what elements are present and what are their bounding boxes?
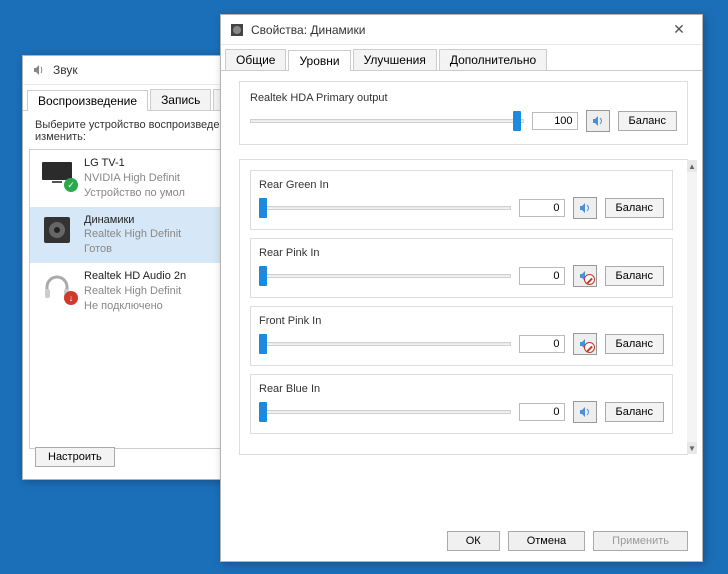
balance-button[interactable]: Баланс xyxy=(605,266,664,286)
primary-value[interactable] xyxy=(532,112,578,130)
channel-label: Rear Pink In xyxy=(259,247,664,259)
channel-slider[interactable] xyxy=(259,199,511,217)
channel-value[interactable] xyxy=(519,267,565,285)
inputs-group: Rear Green In Баланс Rear Pink In Баланс xyxy=(239,159,688,455)
channel-group: Front Pink In Баланс xyxy=(250,306,673,366)
mute-button[interactable] xyxy=(573,265,597,287)
channel-slider[interactable] xyxy=(259,403,511,421)
tab-advanced[interactable]: Дополнительно xyxy=(439,49,547,70)
device-driver: NVIDIA High Definit xyxy=(84,171,185,186)
channel-label: Front Pink In xyxy=(259,315,664,327)
channel-slider[interactable] xyxy=(259,267,511,285)
channel-slider[interactable] xyxy=(259,335,511,353)
headphones-icon: ↓ xyxy=(38,269,76,303)
device-status: Не подключено xyxy=(84,299,186,314)
mute-button[interactable] xyxy=(573,197,597,219)
channel-value[interactable] xyxy=(519,403,565,421)
tab-general[interactable]: Общие xyxy=(225,49,286,70)
tab-playback[interactable]: Воспроизведение xyxy=(27,90,148,111)
scroll-up-icon[interactable]: ▲ xyxy=(687,160,697,172)
primary-output-group: Realtek HDA Primary output Баланс xyxy=(239,81,688,145)
scrollbar[interactable]: ▲ ▼ xyxy=(687,160,697,454)
tab-record[interactable]: Запись xyxy=(150,89,211,110)
close-icon[interactable]: ✕ xyxy=(664,21,694,38)
mute-button[interactable] xyxy=(573,333,597,355)
configure-button[interactable]: Настроить xyxy=(35,447,115,467)
channel-value[interactable] xyxy=(519,199,565,217)
speaker-device-icon xyxy=(38,213,76,247)
channel-group: Rear Blue In Баланс xyxy=(250,374,673,434)
device-name: LG TV-1 xyxy=(84,156,185,171)
apply-button[interactable]: Применить xyxy=(593,531,688,551)
primary-label: Realtek HDA Primary output xyxy=(250,92,677,104)
sound-title: Звук xyxy=(53,63,78,77)
cancel-button[interactable]: Отмена xyxy=(508,531,585,551)
channel-label: Rear Green In xyxy=(259,179,664,191)
tab-enhancements[interactable]: Улучшения xyxy=(353,49,437,70)
error-icon: ↓ xyxy=(64,291,78,305)
props-title: Свойства: Динамики xyxy=(251,23,365,37)
primary-slider[interactable] xyxy=(250,112,524,130)
channel-group: Rear Pink In Баланс xyxy=(250,238,673,298)
channel-group: Rear Green In Баланс xyxy=(250,170,673,230)
device-driver: Realtek High Definit xyxy=(84,284,186,299)
device-driver: Realtek High Definit xyxy=(84,227,181,242)
device-name: Динамики xyxy=(84,213,181,228)
speaker-icon xyxy=(31,62,47,78)
ok-button[interactable]: ОК xyxy=(447,531,500,551)
properties-window: Свойства: Динамики ✕ Общие Уровни Улучше… xyxy=(220,14,703,562)
device-status: Устройство по умол xyxy=(84,186,185,201)
balance-button[interactable]: Баланс xyxy=(618,111,677,131)
channel-label: Rear Blue In xyxy=(259,383,664,395)
channel-value[interactable] xyxy=(519,335,565,353)
device-status: Готов xyxy=(84,242,181,257)
props-tabs: Общие Уровни Улучшения Дополнительно xyxy=(221,49,702,71)
balance-button[interactable]: Баланс xyxy=(605,198,664,218)
speaker-box-icon xyxy=(229,22,245,38)
props-titlebar: Свойства: Динамики ✕ xyxy=(221,15,702,45)
mute-button[interactable] xyxy=(586,110,610,132)
monitor-icon: ✓ xyxy=(38,156,76,190)
mute-button[interactable] xyxy=(573,401,597,423)
device-name: Realtek HD Audio 2n xyxy=(84,269,186,284)
balance-button[interactable]: Баланс xyxy=(605,334,664,354)
balance-button[interactable]: Баланс xyxy=(605,402,664,422)
scroll-down-icon[interactable]: ▼ xyxy=(687,442,697,454)
check-icon: ✓ xyxy=(64,178,78,192)
tab-levels[interactable]: Уровни xyxy=(288,50,350,71)
